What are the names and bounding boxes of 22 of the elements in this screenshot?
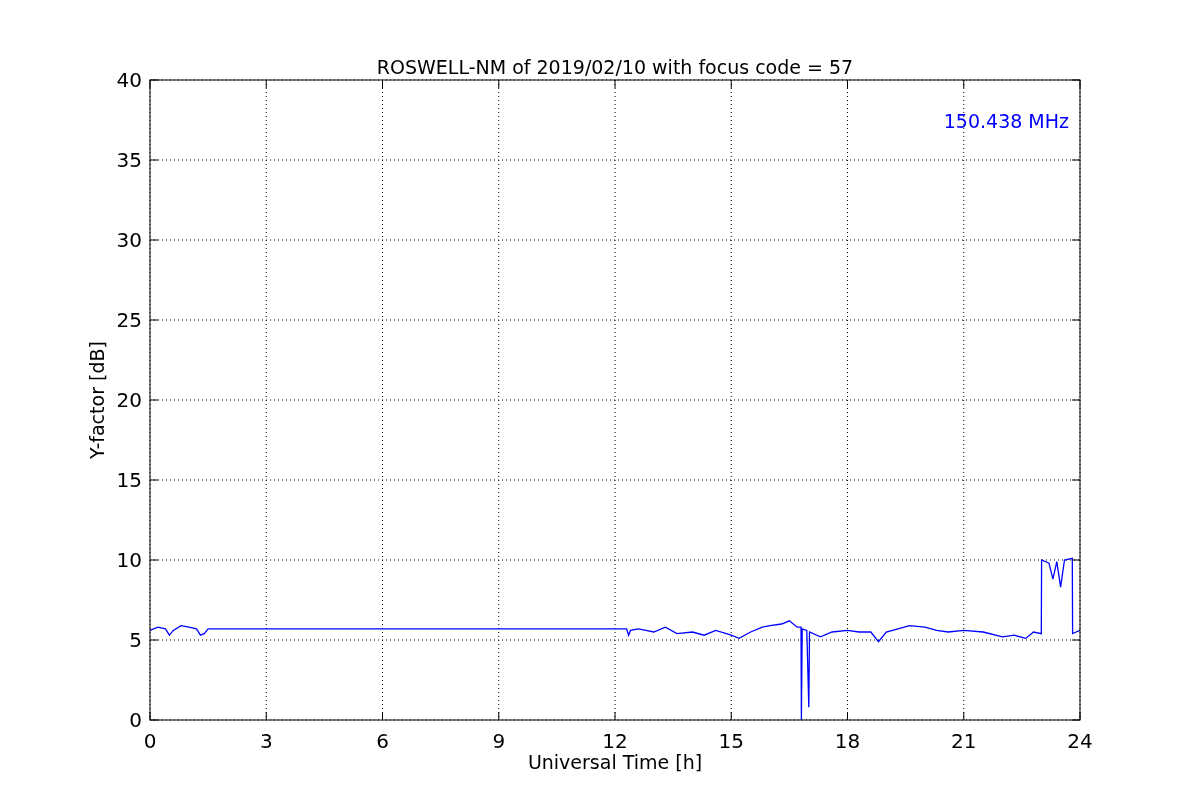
x-axis-label: Universal Time [h] [527,751,703,773]
frequency-annotation: 150.438 MHz [943,110,1069,132]
y-tick-label: 15 [116,468,142,492]
y-tick-label: 25 [116,308,142,332]
x-tick-label: 3 [259,729,273,753]
x-tick-label: 12 [602,729,628,753]
x-tick-label: 6 [376,729,389,753]
y-tick-label: 35 [116,148,142,172]
y-tick-label: 5 [129,628,142,652]
y-tick-label: 0 [129,708,142,732]
x-tick-label: 21 [951,729,977,753]
y-axis-label: Y-factor [dB] [86,341,108,459]
chart-title: ROSWELL-NM of 2019/02/10 with focus code = 57 [376,56,854,78]
x-tick-label: 15 [718,729,744,753]
y-tick-label: 20 [116,388,142,412]
x-tick-label: 24 [1067,729,1093,753]
y-tick-label: 10 [116,548,142,572]
x-tick-label: 0 [143,729,157,753]
y-tick-label: 30 [116,228,142,252]
y-tick-label: 40 [116,68,142,92]
x-tick-label: 18 [834,729,861,753]
x-tick-label: 9 [492,729,506,753]
